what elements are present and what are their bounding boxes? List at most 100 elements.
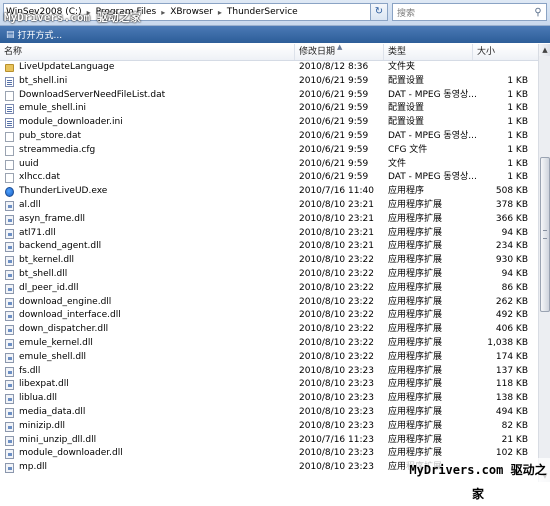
file-date: 2010/8/10 23:23: [299, 393, 374, 404]
file-row[interactable]: pub_store.dat 2010/6/21 9:59 DAT - MPEG 동영…: [0, 130, 538, 144]
file-size: 378 KB: [495, 200, 528, 210]
file-row[interactable]: LiveUpdateLanguage 2010/8/12 8:36 文件夹: [0, 61, 538, 75]
dll-icon: [5, 408, 14, 418]
scroll-up-icon[interactable]: ▲: [539, 44, 550, 56]
file-row[interactable]: bt_shell.dll 2010/8/10 23:22 应用程序扩展 94 KB: [0, 268, 538, 282]
dll-icon: [5, 463, 14, 474]
file-row[interactable]: dl_peer_id.dll 2010/8/10 23:22 应用程序扩展 86 KB: [0, 282, 538, 296]
file-row[interactable]: al.dll 2010/8/10 23:21 应用程序扩展 378 KB: [0, 199, 538, 213]
file-row[interactable]: ThunderLiveUD.exe 2010/7/16 11:40 应用程序 508 …: [0, 185, 538, 199]
file-size: 1 KB: [507, 117, 528, 128]
column-header-name[interactable]: 名称: [0, 44, 295, 60]
file-type: 应用程序扩展: [388, 434, 443, 445]
file-type: 应用程序扩展: [388, 407, 443, 417]
search-input[interactable]: 搜索 ⚲: [392, 3, 547, 21]
search-placeholder[interactable]: 搜索: [393, 6, 530, 19]
file-size: 1 KB: [507, 131, 528, 141]
file-name: DownloadServerNeedFileList.dat: [19, 89, 166, 100]
file-name: bt_shell.ini: [19, 75, 68, 86]
dll-icon: [5, 297, 14, 308]
column-header-date[interactable]: 修改日期: [295, 44, 384, 60]
search-icon[interactable]: ⚲: [530, 7, 546, 18]
file-type: 配置设置: [388, 75, 425, 86]
file-date: 2010/8/10 23:23: [299, 365, 374, 376]
file-row[interactable]: minizip.dll 2010/8/10 23:23 应用程序扩展 82 KB: [0, 420, 538, 434]
file-date: 2010/8/10 23:22: [299, 255, 374, 266]
scrollbar-thumb[interactable]: [540, 157, 550, 312]
breadcrumb-chevron-icon[interactable]: ▸: [215, 8, 225, 17]
file-row[interactable]: emule_shell.ini 2010/6/21 9:59 配置设置 1 KB: [0, 102, 538, 116]
file-row[interactable]: DownloadServerNeedFileList.dat 2010/6/21 …: [0, 89, 538, 103]
file-name: bt_kernel.dll: [19, 255, 75, 266]
file-date: 2010/8/10 23:22: [299, 338, 374, 348]
file-row[interactable]: uuid 2010/6/21 9:59 文件 1 KB: [0, 158, 538, 172]
file-row[interactable]: backend_agent.dll 2010/8/10 23:21 应用程序扩展 23…: [0, 240, 538, 254]
file-name: liblua.dll: [19, 393, 58, 404]
file-row[interactable]: libexpat.dll 2010/8/10 23:23 应用程序扩展 118 KB: [0, 378, 538, 392]
file-size: 262 KB: [495, 296, 528, 307]
file-size: 494 KB: [495, 407, 528, 417]
file-name: al.dll: [19, 200, 41, 210]
file-row[interactable]: atl71.dll 2010/8/10 23:21 应用程序扩展 94 KB: [0, 227, 538, 241]
file-date: 2010/8/10 23:23: [299, 407, 374, 417]
file-row[interactable]: module_downloader.ini 2010/6/21 9:59 配置设置 1…: [0, 116, 538, 130]
column-header-type[interactable]: 类型: [384, 44, 473, 60]
column-header-size[interactable]: 大小: [473, 44, 538, 60]
file-date: 2010/8/10 23:21: [299, 213, 374, 224]
file-name: media_data.dll: [19, 407, 86, 417]
file-row[interactable]: streammedia.cfg 2010/6/21 9:59 CFG 文件 1 KB: [0, 144, 538, 158]
breadcrumb-chevron-icon[interactable]: ▸: [158, 8, 168, 17]
file-list: LiveUpdateLanguage 2010/8/12 8:36 文件夹 bt_sh…: [0, 61, 538, 482]
file-type: 应用程序扩展: [388, 365, 443, 376]
file-icon: [5, 173, 14, 184]
file-row[interactable]: asyn_frame.dll 2010/8/10 23:21 应用程序扩展 366 K…: [0, 213, 538, 227]
file-size: 1 KB: [507, 158, 528, 169]
file-type: 应用程序扩展: [388, 338, 443, 348]
file-row[interactable]: download_engine.dll 2010/8/10 23:22 应用程序扩展…: [0, 296, 538, 310]
dll-icon: [5, 394, 14, 405]
breadcrumb-segment-thunderservice[interactable]: ThunderService: [225, 7, 300, 17]
file-date: 2010/8/10 23:21: [299, 200, 374, 210]
file-row[interactable]: bt_kernel.dll 2010/8/10 23:22 应用程序扩展 930 KB: [0, 254, 538, 268]
file-type: 文件夹: [388, 62, 416, 72]
dll-icon: [5, 311, 14, 322]
file-size: 137 KB: [495, 365, 528, 376]
file-row[interactable]: xlhcc.dat 2010/6/21 9:59 DAT - MPEG 동영상...…: [0, 171, 538, 185]
column-headers: 名称 ▲ 修改日期 类型 大小: [0, 43, 538, 61]
file-size: 234 KB: [495, 241, 528, 252]
file-size: 1 KB: [507, 144, 528, 155]
file-row[interactable]: download_interface.dll 2010/8/10 23:22 应用程…: [0, 309, 538, 323]
file-row[interactable]: emule_shell.dll 2010/8/10 23:22 应用程序扩展 174 …: [0, 351, 538, 365]
breadcrumb-segment-xbrowser[interactable]: XBrowser: [168, 7, 215, 17]
file-size: [476, 61, 528, 75]
open-with-button[interactable]: ▤ 打开方式...: [0, 28, 68, 42]
file-date: 2010/6/21 9:59: [299, 89, 369, 100]
file-name: fs.dll: [19, 365, 41, 376]
vertical-scrollbar[interactable]: ▲ ▼: [538, 44, 550, 482]
file-icon: [5, 145, 14, 156]
file-type: 应用程序扩展: [388, 393, 443, 404]
dll-icon: [5, 228, 14, 239]
file-row[interactable]: fs.dll 2010/8/10 23:23 应用程序扩展 137 KB: [0, 365, 538, 379]
file-type: 应用程序扩展: [388, 324, 443, 335]
file-type: 应用程序扩展: [388, 296, 443, 307]
file-date: 2010/8/12 8:36: [299, 62, 369, 72]
file-name: libexpat.dll: [19, 379, 69, 390]
file-type: 应用程序扩展: [388, 213, 443, 224]
file-type: 应用程序扩展: [388, 420, 443, 431]
file-name: minizip.dll: [19, 420, 65, 431]
file-size: 174 KB: [495, 351, 528, 362]
file-row[interactable]: emule_kernel.dll 2010/8/10 23:22 应用程序扩展 1,0…: [0, 337, 538, 351]
file-date: 2010/7/16 11:40: [299, 186, 374, 197]
file-row[interactable]: down_dispatcher.dll 2010/8/10 23:22 应用程序扩展…: [0, 323, 538, 337]
file-size: 94 KB: [501, 269, 528, 279]
file-row[interactable]: bt_shell.ini 2010/6/21 9:59 配置设置 1 KB: [0, 75, 538, 89]
file-type: CFG 文件: [388, 144, 428, 155]
refresh-icon[interactable]: ↻: [370, 3, 388, 21]
file-row[interactable]: mini_unzip_dll.dll 2010/7/16 11:23 应用程序扩展 2…: [0, 434, 538, 448]
file-row[interactable]: liblua.dll 2010/8/10 23:23 应用程序扩展 138 KB: [0, 392, 538, 406]
exe-icon: [5, 187, 14, 198]
file-date: 2010/6/21 9:59: [299, 158, 369, 169]
file-date: 2010/8/10 23:22: [299, 310, 374, 321]
file-row[interactable]: media_data.dll 2010/8/10 23:23 应用程序扩展 494 K…: [0, 406, 538, 420]
